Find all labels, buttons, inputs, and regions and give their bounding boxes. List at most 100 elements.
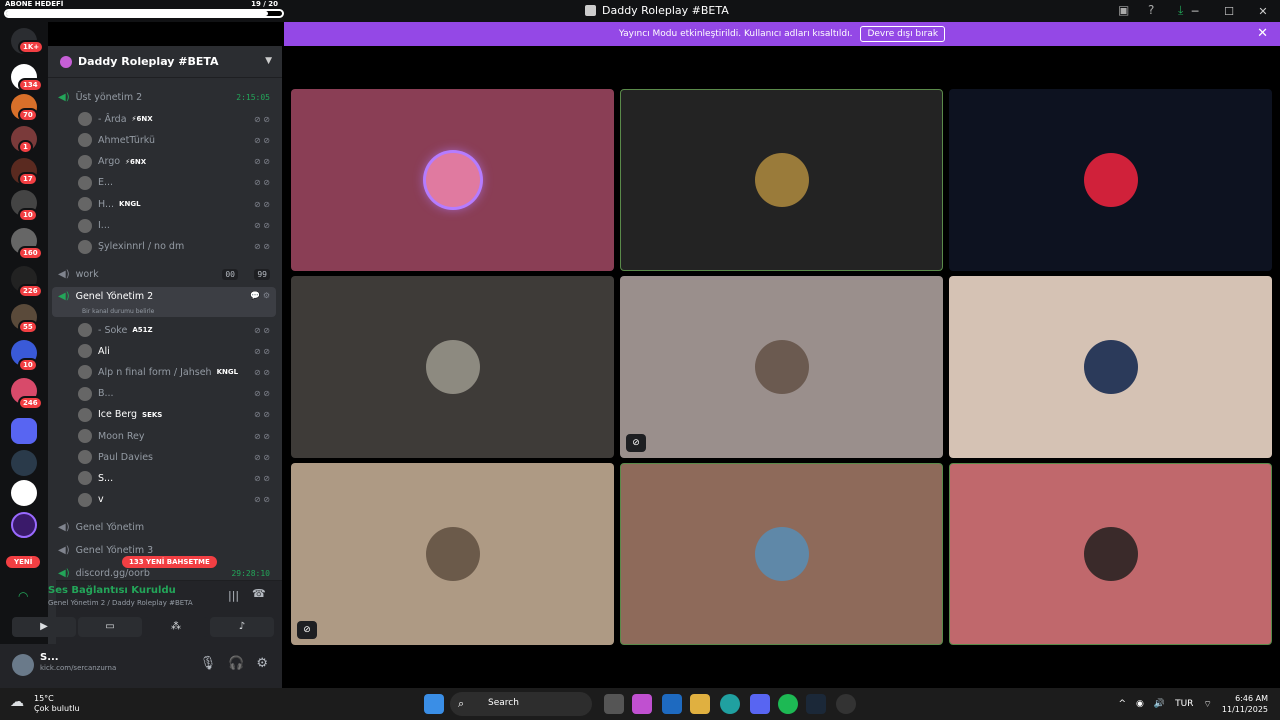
soundboard-button[interactable]: ♪ — [210, 617, 274, 637]
user-tag: KNGL — [119, 200, 141, 209]
muted-deafened-icon: ⊘ ⊘ — [254, 114, 270, 124]
user-controls: 🎙 🎧 ⚙ — [200, 656, 268, 671]
server-icon[interactable] — [11, 512, 37, 538]
participant-tile[interactable]: ⊘ — [620, 276, 943, 458]
voice-user[interactable]: - Ârda ⚡6NX ⊘ ⊘ — [52, 109, 276, 129]
weather-temp: 15°C — [34, 694, 54, 703]
voice-user[interactable]: S... ⊘ ⊘ — [52, 468, 276, 488]
voice-user[interactable]: E... ⊘ ⊘ — [52, 173, 276, 193]
microphone-icon[interactable]: 🎙 — [200, 656, 217, 671]
voice-channel-work[interactable]: ◀) work 00 99 — [52, 264, 276, 284]
goal-label: ABONE HEDEFİ — [5, 0, 64, 8]
participant-tile[interactable] — [620, 463, 943, 645]
voice-user[interactable]: B... ⊘ ⊘ — [52, 384, 276, 404]
system-tray: ^ ◉ 🔊 TUR ⌔ 6:46 AM 11/11/2025 — [1118, 688, 1280, 720]
noise-suppression-icon[interactable]: ||| — [228, 589, 239, 602]
username[interactable]: S... — [40, 652, 59, 663]
voice-user[interactable]: v ⊘ ⊘ — [52, 490, 276, 510]
avatar — [78, 133, 92, 148]
participant-tile[interactable] — [949, 276, 1272, 458]
voice-channel-ust-yonetim-2[interactable]: ◀) Üst yönetim 2 2:15:05 — [52, 87, 276, 107]
task-view-icon[interactable] — [604, 694, 624, 714]
voice-user[interactable]: Paul Davies ⊘ ⊘ — [52, 447, 276, 467]
participant-tile[interactable] — [620, 89, 943, 271]
screen-share-button[interactable]: ▭ — [78, 617, 142, 637]
help-icon[interactable]: ? — [1148, 3, 1154, 17]
chrome-icon[interactable] — [836, 694, 856, 714]
server-badge: 55 — [18, 320, 38, 334]
chevron-up-icon[interactable]: ^ — [1118, 699, 1126, 709]
chat-icon[interactable]: 💬 ⚙ — [250, 291, 270, 300]
window-controls: ─ ☐ ✕ — [1178, 0, 1280, 22]
clock[interactable]: 6:46 AM 11/11/2025 — [1222, 693, 1268, 715]
file-explorer-icon[interactable] — [690, 694, 710, 714]
participant-tile[interactable] — [291, 276, 614, 458]
user-name: E... — [98, 177, 114, 189]
participant-tile[interactable] — [291, 89, 614, 271]
network-icon[interactable]: ◉ — [1136, 699, 1144, 709]
edge-icon[interactable] — [720, 694, 740, 714]
muted-deafened-icon: ⊘ ⊘ — [254, 157, 270, 167]
voice-user[interactable]: H... KNGL ⊘ ⊘ — [52, 194, 276, 214]
guild-header[interactable]: Daddy Roleplay #BETA ▼ — [48, 46, 282, 78]
participant-tile[interactable] — [949, 89, 1272, 271]
avatar[interactable] — [12, 654, 34, 676]
user-status: kick.com/sercanzurna — [40, 664, 117, 672]
maximize-button[interactable]: ☐ — [1212, 5, 1246, 18]
speaker-icon: ◀) — [58, 91, 70, 103]
gear-icon[interactable]: ⚙ — [256, 656, 268, 671]
spotify-icon[interactable] — [778, 694, 798, 714]
window-title-text: Daddy Roleplay #BETA — [602, 4, 729, 17]
title-bar: ABONE HEDEFİ 19 / 20 Daddy Roleplay #BET… — [0, 0, 1280, 22]
camera-button[interactable]: ▶ — [12, 617, 76, 637]
voice-user[interactable]: Alp n final form / Jahseh KNGL ⊘ ⊘ — [52, 362, 276, 382]
language-indicator[interactable]: TUR — [1175, 699, 1193, 709]
voice-channel-genel-yonetim-2[interactable]: ◀) Genel Yönetim 2 Bir kanal durumu beli… — [52, 287, 276, 317]
voice-user[interactable]: Moon Rey ⊘ ⊘ — [52, 426, 276, 446]
disconnect-icon[interactable]: ☎ — [252, 587, 266, 600]
guild-icon — [60, 55, 72, 68]
voice-user[interactable]: Ali ⊘ ⊘ — [52, 341, 276, 361]
headphones-icon[interactable]: 🎧 — [228, 656, 244, 671]
voice-user[interactable]: I... ⊘ ⊘ — [52, 216, 276, 236]
goal-count: 19 / 20 — [251, 0, 278, 8]
voice-channel-genel-yonetim[interactable]: ◀) Genel Yönetim — [52, 517, 276, 537]
screen-share-icon[interactable]: ▣ — [1118, 3, 1129, 17]
voice-user[interactable]: Argo ⚡6NX ⊘ ⊘ — [52, 152, 276, 172]
chevron-down-icon[interactable]: ▼ — [265, 56, 272, 66]
avatar — [1083, 340, 1138, 394]
volume-icon[interactable]: 🔊 — [1154, 699, 1165, 709]
voice-status-title[interactable]: Ses Bağlantısı Kuruldu — [48, 585, 176, 596]
minimize-button[interactable]: ─ — [1178, 5, 1212, 18]
signal-icon: ◠ — [18, 589, 29, 603]
copilot-icon[interactable] — [632, 694, 652, 714]
banner-close-icon[interactable]: ✕ — [1257, 26, 1268, 41]
store-icon[interactable] — [662, 694, 682, 714]
participant-tile[interactable]: ⊘ — [291, 463, 614, 645]
close-button[interactable]: ✕ — [1246, 5, 1280, 18]
steam-icon[interactable] — [806, 694, 826, 714]
search-box[interactable]: ⌕ Search — [450, 692, 592, 716]
server-icon[interactable] — [11, 480, 37, 506]
start-icon[interactable] — [424, 694, 444, 714]
weather-widget[interactable]: 15°C Çok bulutlu — [34, 694, 80, 714]
channel-status[interactable]: Bir kanal durumu belirle — [82, 308, 154, 315]
folder-icon[interactable] — [11, 418, 37, 444]
user-tag: SEKS — [142, 410, 163, 419]
voice-user[interactable]: AhmetTürkü ⊘ ⊘ — [52, 130, 276, 150]
activities-button[interactable]: ⁂ — [144, 617, 208, 637]
discord-icon[interactable] — [750, 694, 770, 714]
voice-user[interactable]: Ice Berg SEKS ⊘ ⊘ — [52, 405, 276, 425]
user-name: Alp n final form / Jahseh — [98, 366, 212, 378]
disable-streamer-mode-button[interactable]: Devre dışı bırak — [860, 26, 946, 42]
new-mentions-pill[interactable]: 133 YENİ BAHSETME — [122, 556, 217, 568]
voice-status-sub: Genel Yönetim 2 / Daddy Roleplay #BETA — [48, 599, 193, 607]
deafened-icon: ⊘ — [626, 434, 646, 452]
channel-name: Genel Yönetim — [75, 521, 145, 533]
wifi-icon[interactable]: ⌔ — [1203, 699, 1211, 710]
voice-user[interactable]: Şylexinnrl / no dm ⊘ ⊘ — [52, 237, 276, 257]
participant-tile[interactable] — [949, 463, 1272, 645]
user-name: - Soke — [98, 324, 128, 336]
server-icon[interactable] — [11, 450, 37, 476]
voice-user[interactable]: - Soke A51Z ⊘ ⊘ — [52, 320, 276, 340]
